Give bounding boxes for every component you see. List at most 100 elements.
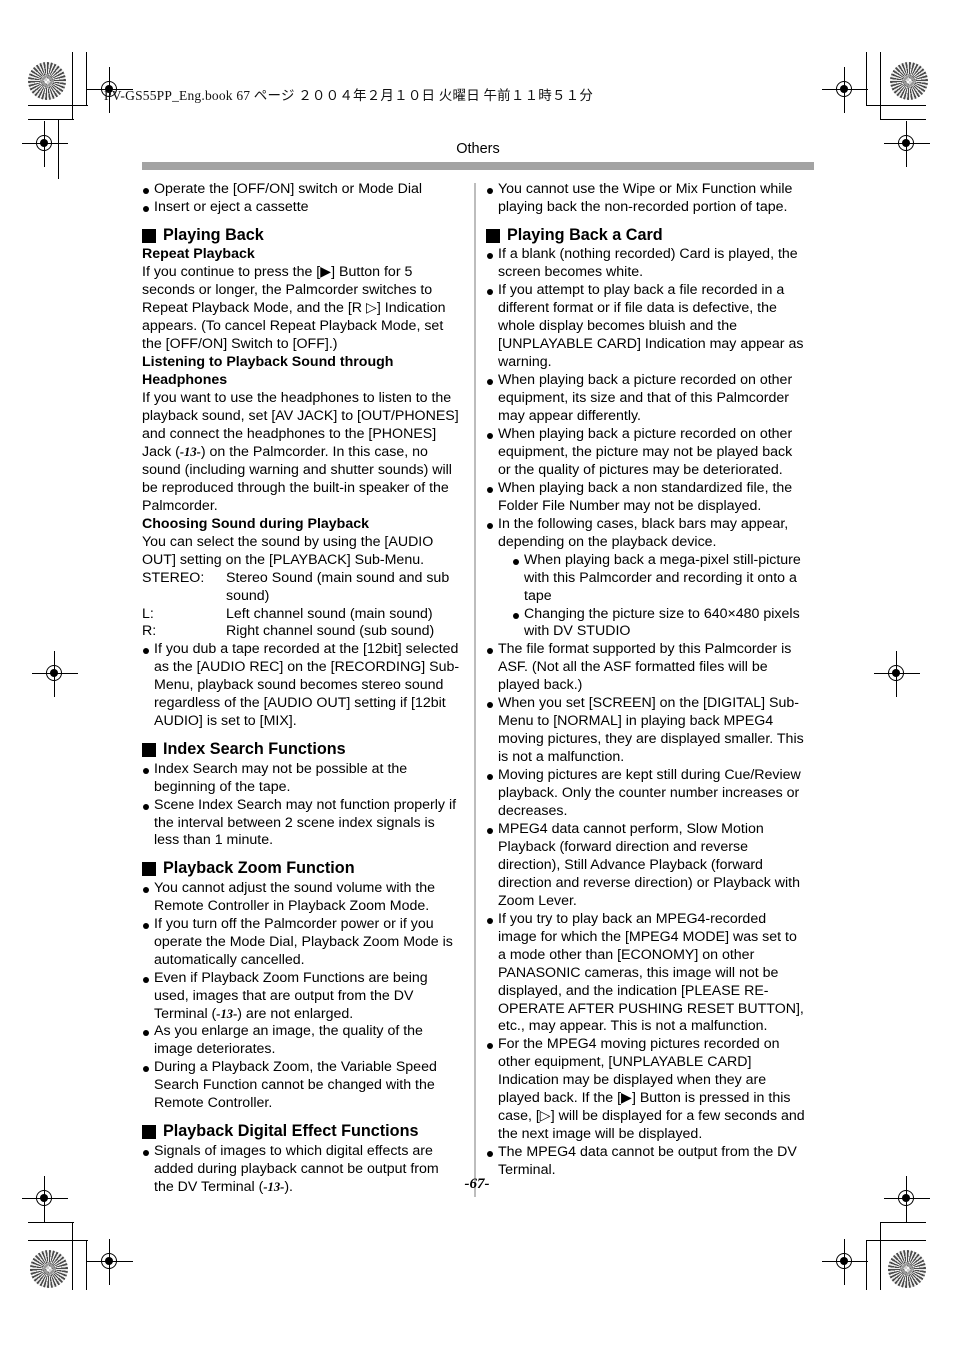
density-target-top-right — [890, 62, 928, 100]
crop-line-bl-h1 — [28, 1222, 74, 1224]
manual-page: Others Operate the [OFF/ON] switch or Mo… — [142, 140, 814, 1197]
crop-line-tr-v1 — [866, 52, 868, 106]
subheading-repeat-playback: Repeat Playback — [142, 246, 255, 263]
registration-mark-right-middle — [874, 651, 920, 697]
section-heading-label: Playing Back a Card — [507, 226, 663, 245]
crop-line-tl-h1 — [28, 119, 74, 121]
registration-mark-right-upper — [884, 121, 930, 167]
list-item: Operate the [OFF/ON] switch or Mode Dial — [142, 181, 462, 199]
registration-mark-left-middle — [32, 651, 78, 697]
running-head: Others — [456, 141, 500, 157]
playback-zoom-bullet-list: You cannot adjust the sound volume with … — [142, 880, 462, 1113]
crop-line-br-v1 — [880, 1222, 882, 1290]
left-column: Operate the [OFF/ON] switch or Mode Dial… — [142, 181, 474, 1196]
registration-mark-left-lower — [87, 1239, 133, 1285]
list-item: When playing back a picture recorded on … — [486, 372, 806, 426]
list-item: The MPEG4 data cannot be output from the… — [486, 1144, 806, 1180]
column-divider — [474, 183, 476, 1197]
page-folio: -67- — [464, 1176, 490, 1192]
list-item: MPEG4 data cannot perform, Slow Motion P… — [486, 821, 806, 911]
list-item: Changing the picture size to 640×480 pix… — [512, 606, 806, 642]
print-file-stamp: PV-GS55PP_Eng.book 67 ページ ２００４年２月１０日 火曜日… — [104, 88, 594, 103]
list-item: You cannot use the Wipe or Mix Function … — [486, 181, 806, 217]
audio-mode-row: L: Left channel sound (main sound) — [142, 606, 462, 624]
card-bullet-list: If a blank (nothing recorded) Card is pl… — [486, 246, 806, 1180]
index-search-bullet-list: Index Search may not be possible at the … — [142, 761, 462, 851]
square-bullet-icon — [142, 742, 156, 757]
audio-mode-row: STEREO: Stereo Sound (main sound and sub… — [142, 570, 462, 606]
list-item-label: In the following cases, black bars may a… — [498, 515, 789, 550]
section-heading-playing-back: Playing Back — [142, 226, 462, 245]
section-heading-label: Playback Zoom Function — [163, 859, 355, 878]
square-bullet-icon — [142, 228, 156, 243]
section-heading-label: Index Search Functions — [163, 740, 346, 759]
audio-mode-row: R: Right channel sound (sub sound) — [142, 623, 462, 641]
subheading-listening-headphones: Listening to Playback Sound through Head… — [142, 354, 394, 389]
list-item-part-b: ) are not enlarged. — [237, 1005, 354, 1022]
list-item: If you turn off the Palmcorder power or … — [142, 916, 462, 970]
crop-line-bl-v2 — [86, 1240, 88, 1290]
crop-line-br-h2 — [866, 1240, 926, 1242]
crop-line-br-v2 — [866, 1240, 868, 1290]
paragraph-headphones: If you want to use the headphones to lis… — [142, 390, 462, 516]
crop-line-tl-v2 — [86, 52, 88, 106]
section-heading-playing-back-a-card: Playing Back a Card — [486, 226, 806, 245]
list-item: For the MPEG4 moving pictures recorded o… — [486, 1036, 806, 1144]
square-bullet-icon — [142, 1124, 156, 1139]
list-item: When playing back a picture recorded on … — [486, 426, 806, 480]
crop-line-tl-v3 — [58, 119, 60, 179]
list-item: During a Playback Zoom, the Variable Spe… — [142, 1059, 462, 1113]
list-item: Moving pictures are kept still during Cu… — [486, 767, 806, 821]
registration-mark-top-right — [822, 67, 868, 113]
crop-line-tr-v2 — [880, 52, 882, 120]
list-item-with-page-ref: Even if Playback Zoom Functions are bein… — [142, 970, 462, 1024]
list-item: As you enlarge an image, the quality of … — [142, 1023, 462, 1059]
list-item: If a blank (nothing recorded) Card is pl… — [486, 246, 806, 282]
crop-line-bl-v1 — [72, 1222, 74, 1290]
square-bullet-icon — [486, 228, 500, 243]
right-top-bullet-list: You cannot use the Wipe or Mix Function … — [486, 181, 806, 217]
list-item: When playing back a non standardized fil… — [486, 480, 806, 516]
density-target-top-left — [28, 62, 66, 100]
paragraph-repeat-playback: If you continue to press the [▶] Button … — [142, 264, 446, 353]
crop-line-br-h1 — [880, 1222, 926, 1224]
black-bars-sub-list: When playing back a mega-pixel still-pic… — [498, 552, 806, 642]
crop-line-tr-h2 — [880, 119, 926, 121]
list-item: When playing back a mega-pixel still-pic… — [512, 552, 806, 606]
audio-mode-value: Left channel sound (main sound) — [226, 605, 433, 622]
audio-mode-value: Right channel sound (sub sound) — [226, 623, 435, 640]
playing-back-bullet-list: If you dub a tape recorded at the [12bit… — [142, 641, 462, 731]
crop-line-bl-h2 — [28, 1240, 88, 1242]
right-column: You cannot use the Wipe or Mix Function … — [486, 181, 806, 1180]
list-item: Index Search may not be possible at the … — [142, 761, 462, 797]
section-heading-index-search: Index Search Functions — [142, 740, 462, 759]
page-reference: -13- — [216, 1006, 238, 1021]
registration-mark-left-upper — [22, 121, 68, 167]
list-item: Scene Index Search may not function prop… — [142, 797, 462, 851]
audio-out-mode-list: STEREO: Stereo Sound (main sound and sub… — [142, 570, 462, 642]
density-target-bottom-right — [888, 1250, 926, 1288]
intro-bullet-list: Operate the [OFF/ON] switch or Mode Dial… — [142, 181, 462, 217]
audio-mode-key: L: — [142, 605, 154, 622]
section-heading-label: Playing Back — [163, 226, 264, 245]
density-target-bottom-left — [30, 1250, 68, 1288]
crop-line-tl-v1 — [72, 52, 74, 120]
list-item: When you set [SCREEN] on the [DIGITAL] S… — [486, 695, 806, 767]
list-item: You cannot adjust the sound volume with … — [142, 880, 462, 916]
list-item: Insert or eject a cassette — [142, 199, 462, 217]
crop-line-tl-h2 — [28, 105, 88, 107]
audio-mode-key: STEREO: — [142, 569, 205, 586]
list-item-black-bars: In the following cases, black bars may a… — [486, 516, 806, 642]
list-item: If you try to play back an MPEG4-recorde… — [486, 911, 806, 1037]
list-item: If you attempt to play back a file recor… — [486, 282, 806, 372]
section-heading-label: Playback Digital Effect Functions — [163, 1122, 419, 1141]
two-column-body: Operate the [OFF/ON] switch or Mode Dial… — [142, 181, 814, 1197]
paragraph-choosing-sound: You can select the sound by using the [A… — [142, 533, 434, 568]
list-item: If you dub a tape recorded at the [12bit… — [142, 641, 462, 731]
list-item: The file format supported by this Palmco… — [486, 641, 806, 695]
registration-mark-right-lower — [822, 1239, 868, 1285]
audio-mode-value: Stereo Sound (main sound and sub sound) — [226, 569, 450, 604]
header-rule — [142, 162, 814, 171]
section-heading-playback-zoom: Playback Zoom Function — [142, 859, 462, 878]
crop-line-tr-h1 — [866, 105, 926, 107]
